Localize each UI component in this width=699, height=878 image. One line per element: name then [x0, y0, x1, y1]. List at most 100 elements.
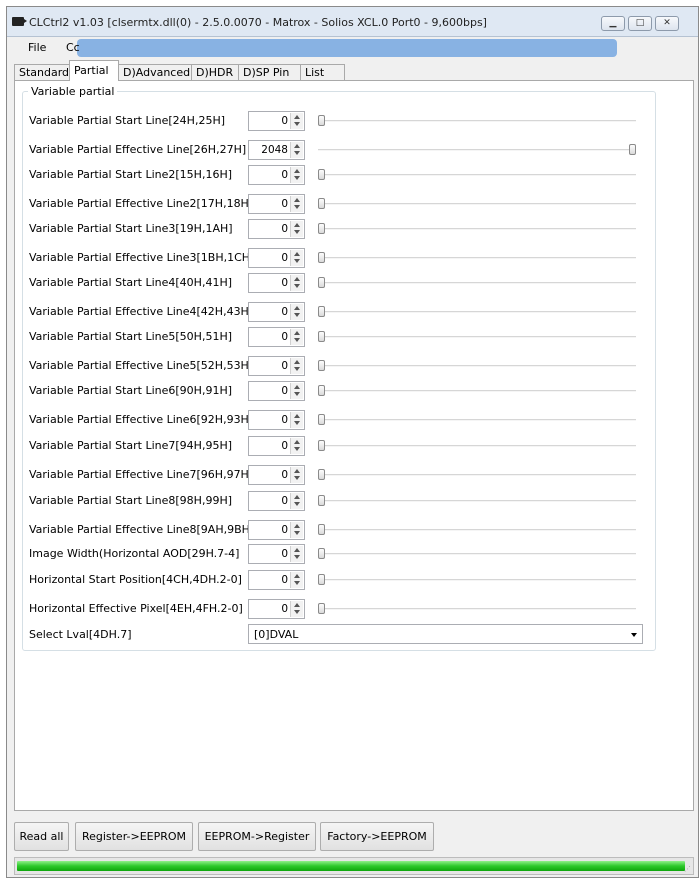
- spin-up-icon[interactable]: [294, 469, 300, 473]
- spin-up-icon[interactable]: [294, 495, 300, 499]
- param-spinbox[interactable]: 0: [248, 302, 305, 322]
- spin-arrows-icon[interactable]: [290, 546, 303, 562]
- factory-to-eeprom-button[interactable]: Factory->EEPROM: [320, 822, 434, 851]
- tab-standard[interactable]: Standard: [14, 64, 70, 81]
- spin-arrows-icon[interactable]: [290, 250, 303, 266]
- slider-thumb[interactable]: [318, 385, 325, 396]
- spin-down-icon[interactable]: [294, 122, 300, 126]
- param-slider[interactable]: [318, 331, 636, 342]
- param-spinbox[interactable]: 0: [248, 273, 305, 293]
- spin-up-icon[interactable]: [294, 385, 300, 389]
- spin-arrows-icon[interactable]: [290, 304, 303, 320]
- spin-arrows-icon[interactable]: [290, 275, 303, 291]
- param-spinbox[interactable]: 0: [248, 356, 305, 376]
- slider-thumb[interactable]: [318, 223, 325, 234]
- param-slider[interactable]: [318, 252, 636, 263]
- tab-d-hdr[interactable]: D)HDR: [191, 64, 239, 81]
- spin-arrows-icon[interactable]: [290, 329, 303, 345]
- param-slider[interactable]: [318, 469, 636, 480]
- param-spinbox[interactable]: 0: [248, 491, 305, 511]
- spin-down-icon[interactable]: [294, 581, 300, 585]
- menu-second[interactable]: Cc: [66, 41, 80, 54]
- spin-down-icon[interactable]: [294, 421, 300, 425]
- spin-down-icon[interactable]: [294, 151, 300, 155]
- param-slider[interactable]: [318, 306, 636, 317]
- spin-arrows-icon[interactable]: [290, 572, 303, 588]
- tab-d-sp-pin[interactable]: D)SP Pin: [238, 64, 301, 81]
- slider-thumb[interactable]: [318, 495, 325, 506]
- spin-up-icon[interactable]: [294, 574, 300, 578]
- tab-d-advanced[interactable]: D)Advanced: [118, 64, 192, 81]
- slider-thumb[interactable]: [318, 574, 325, 585]
- spin-arrows-icon[interactable]: [290, 221, 303, 237]
- slider-thumb[interactable]: [318, 115, 325, 126]
- spin-arrows-icon[interactable]: [290, 493, 303, 509]
- param-slider[interactable]: [318, 115, 636, 126]
- param-spinbox[interactable]: 0: [248, 194, 305, 214]
- eeprom-to-register-button[interactable]: EEPROM->Register: [198, 822, 316, 851]
- spin-arrows-icon[interactable]: [290, 383, 303, 399]
- register-to-eeprom-button[interactable]: Register->EEPROM: [75, 822, 193, 851]
- spin-up-icon[interactable]: [294, 524, 300, 528]
- menu-file[interactable]: File: [28, 41, 46, 54]
- slider-thumb[interactable]: [318, 548, 325, 559]
- param-spinbox[interactable]: 0: [248, 327, 305, 347]
- spin-down-icon[interactable]: [294, 176, 300, 180]
- slider-thumb[interactable]: [318, 524, 325, 535]
- spin-up-icon[interactable]: [294, 360, 300, 364]
- slider-thumb[interactable]: [629, 144, 636, 155]
- param-slider[interactable]: [318, 440, 636, 451]
- slider-thumb[interactable]: [318, 414, 325, 425]
- spin-up-icon[interactable]: [294, 223, 300, 227]
- param-slider[interactable]: [318, 603, 636, 614]
- spin-up-icon[interactable]: [294, 440, 300, 444]
- param-spinbox[interactable]: 0: [248, 465, 305, 485]
- spin-down-icon[interactable]: [294, 447, 300, 451]
- param-spinbox[interactable]: 0: [248, 520, 305, 540]
- param-slider[interactable]: [318, 360, 636, 371]
- spin-up-icon[interactable]: [294, 306, 300, 310]
- spin-up-icon[interactable]: [294, 252, 300, 256]
- close-button[interactable]: ✕: [655, 16, 679, 31]
- tab-partial[interactable]: Partial: [69, 60, 119, 81]
- param-slider[interactable]: [318, 223, 636, 234]
- maximize-button[interactable]: □: [628, 16, 652, 31]
- param-spinbox[interactable]: 0: [248, 381, 305, 401]
- minimize-button[interactable]: ▁: [601, 16, 625, 31]
- slider-thumb[interactable]: [318, 603, 325, 614]
- slider-thumb[interactable]: [318, 198, 325, 209]
- spin-up-icon[interactable]: [294, 144, 300, 148]
- slider-thumb[interactable]: [318, 440, 325, 451]
- param-slider[interactable]: [318, 144, 636, 155]
- slider-thumb[interactable]: [318, 360, 325, 371]
- spin-up-icon[interactable]: [294, 331, 300, 335]
- spin-arrows-icon[interactable]: [290, 358, 303, 374]
- spin-arrows-icon[interactable]: [290, 522, 303, 538]
- tab-list[interactable]: List: [300, 64, 345, 81]
- spin-up-icon[interactable]: [294, 277, 300, 281]
- spin-arrows-icon[interactable]: [290, 412, 303, 428]
- resize-grip-icon[interactable]: ⋰: [684, 865, 692, 873]
- spin-down-icon[interactable]: [294, 610, 300, 614]
- param-spinbox[interactable]: 0: [248, 410, 305, 430]
- spin-up-icon[interactable]: [294, 198, 300, 202]
- spin-up-icon[interactable]: [294, 169, 300, 173]
- spin-down-icon[interactable]: [294, 555, 300, 559]
- spin-down-icon[interactable]: [294, 338, 300, 342]
- spin-up-icon[interactable]: [294, 414, 300, 418]
- param-spinbox[interactable]: 0: [248, 570, 305, 590]
- param-spinbox[interactable]: 0: [248, 111, 305, 131]
- spin-down-icon[interactable]: [294, 531, 300, 535]
- spin-down-icon[interactable]: [294, 284, 300, 288]
- spin-arrows-icon[interactable]: [290, 113, 303, 129]
- spin-up-icon[interactable]: [294, 548, 300, 552]
- slider-thumb[interactable]: [318, 252, 325, 263]
- slider-thumb[interactable]: [318, 277, 325, 288]
- param-spinbox[interactable]: 0: [248, 544, 305, 564]
- spin-down-icon[interactable]: [294, 313, 300, 317]
- spin-down-icon[interactable]: [294, 367, 300, 371]
- spin-down-icon[interactable]: [294, 205, 300, 209]
- read-all-button[interactable]: Read all: [14, 822, 69, 851]
- spin-arrows-icon[interactable]: [290, 467, 303, 483]
- param-slider[interactable]: [318, 548, 636, 559]
